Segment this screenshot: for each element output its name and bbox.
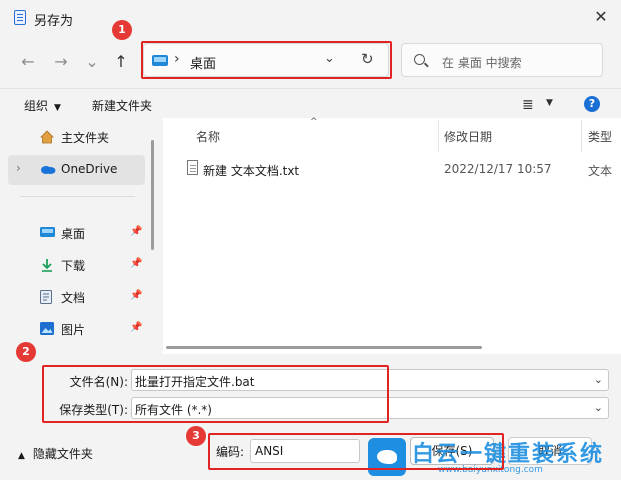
view-options-icon[interactable]: ≣ — [522, 97, 534, 113]
image-icon — [40, 322, 54, 336]
annotation-badge-3: 3 — [186, 426, 206, 446]
pin-icon[interactable]: 📌 — [130, 290, 142, 301]
notepad-icon — [14, 10, 26, 25]
file-modified: 2022/12/17 10:57 — [444, 162, 552, 176]
caret-up-icon: ▲ — [18, 451, 25, 461]
home-icon — [40, 130, 54, 144]
sidebar-item-pictures[interactable]: 图片 📌 — [8, 314, 145, 344]
sidebar-item-label: 图片 — [61, 323, 86, 337]
sidebar-item-label: OneDrive — [61, 162, 118, 176]
text-file-icon[interactable] — [187, 160, 198, 175]
new-folder-button[interactable]: 新建文件夹 — [92, 97, 152, 114]
toolbar-divider — [0, 88, 621, 89]
back-button[interactable]: ← — [18, 52, 38, 72]
file-list[interactable] — [163, 118, 621, 354]
pin-icon[interactable]: 📌 — [130, 258, 142, 269]
column-header-modified[interactable]: 修改日期 — [444, 128, 492, 145]
expand-chevron-icon[interactable]: › — [16, 161, 21, 175]
recent-locations-button[interactable]: ⌄ — [82, 52, 102, 72]
sidebar-item-onedrive[interactable]: › OneDrive — [8, 155, 145, 185]
hide-folders-label: 隐藏文件夹 — [32, 447, 93, 461]
pin-icon[interactable]: 📌 — [130, 322, 142, 333]
annotation-badge-1: 1 — [112, 20, 132, 40]
annotation-box-address — [141, 41, 392, 79]
help-button[interactable]: ? — [584, 96, 600, 112]
organize-menu[interactable]: 组织 ▼ — [24, 97, 61, 114]
search-input[interactable]: 在 桌面 中搜索 — [442, 54, 522, 71]
up-button[interactable]: ↑ — [111, 52, 131, 72]
forward-button[interactable]: → — [51, 52, 71, 72]
chevron-down-icon[interactable]: ⌄ — [594, 401, 603, 414]
caret-down-icon: ▼ — [54, 103, 61, 113]
window-title: 另存为 — [34, 14, 74, 29]
file-type: 文本 — [588, 164, 613, 178]
sidebar-item-label: 桌面 — [61, 227, 86, 241]
sort-up-icon: ^ — [310, 117, 318, 127]
sidebar-item-downloads[interactable]: 下载 📌 — [8, 250, 145, 280]
document-icon — [40, 290, 54, 304]
sidebar-scrollbar[interactable] — [151, 140, 154, 250]
sidebar-item-label: 文档 — [61, 291, 86, 305]
download-icon — [40, 258, 54, 272]
organize-label: 组织 — [24, 99, 49, 113]
file-name[interactable]: 新建 文本文档.txt — [203, 162, 299, 179]
search-icon — [414, 54, 425, 65]
desktop-icon — [40, 226, 55, 240]
close-button[interactable]: ✕ — [592, 8, 610, 26]
sidebar-item-desktop[interactable]: 桌面 📌 — [8, 218, 145, 248]
hide-folders-toggle[interactable]: ▲ 隐藏文件夹 — [18, 445, 93, 462]
sidebar-item-documents[interactable]: 文档 📌 — [8, 282, 145, 312]
sidebar-item-label: 下载 — [61, 259, 86, 273]
title-bar — [0, 0, 621, 36]
chevron-down-icon[interactable]: ⌄ — [594, 373, 603, 386]
search-box[interactable]: 在 桌面 中搜索 — [401, 43, 603, 77]
sidebar-item-label: 主文件夹 — [61, 131, 110, 145]
column-header-type[interactable]: 类型 — [588, 128, 612, 145]
cloud-icon — [40, 163, 56, 177]
column-separator[interactable] — [581, 120, 582, 152]
sidebar-divider — [20, 196, 135, 197]
annotation-badge-2: 2 — [16, 342, 36, 362]
annotation-box-encoding — [208, 433, 504, 470]
pin-icon[interactable]: 📌 — [130, 226, 142, 237]
sidebar-item-home[interactable]: 主文件夹 — [8, 122, 145, 152]
horizontal-scrollbar[interactable] — [166, 346, 482, 349]
view-caret-icon[interactable]: ▼ — [546, 98, 553, 108]
annotation-box-filename — [42, 365, 389, 423]
column-separator[interactable] — [438, 120, 439, 152]
column-header-name[interactable]: 名称 — [196, 128, 220, 145]
